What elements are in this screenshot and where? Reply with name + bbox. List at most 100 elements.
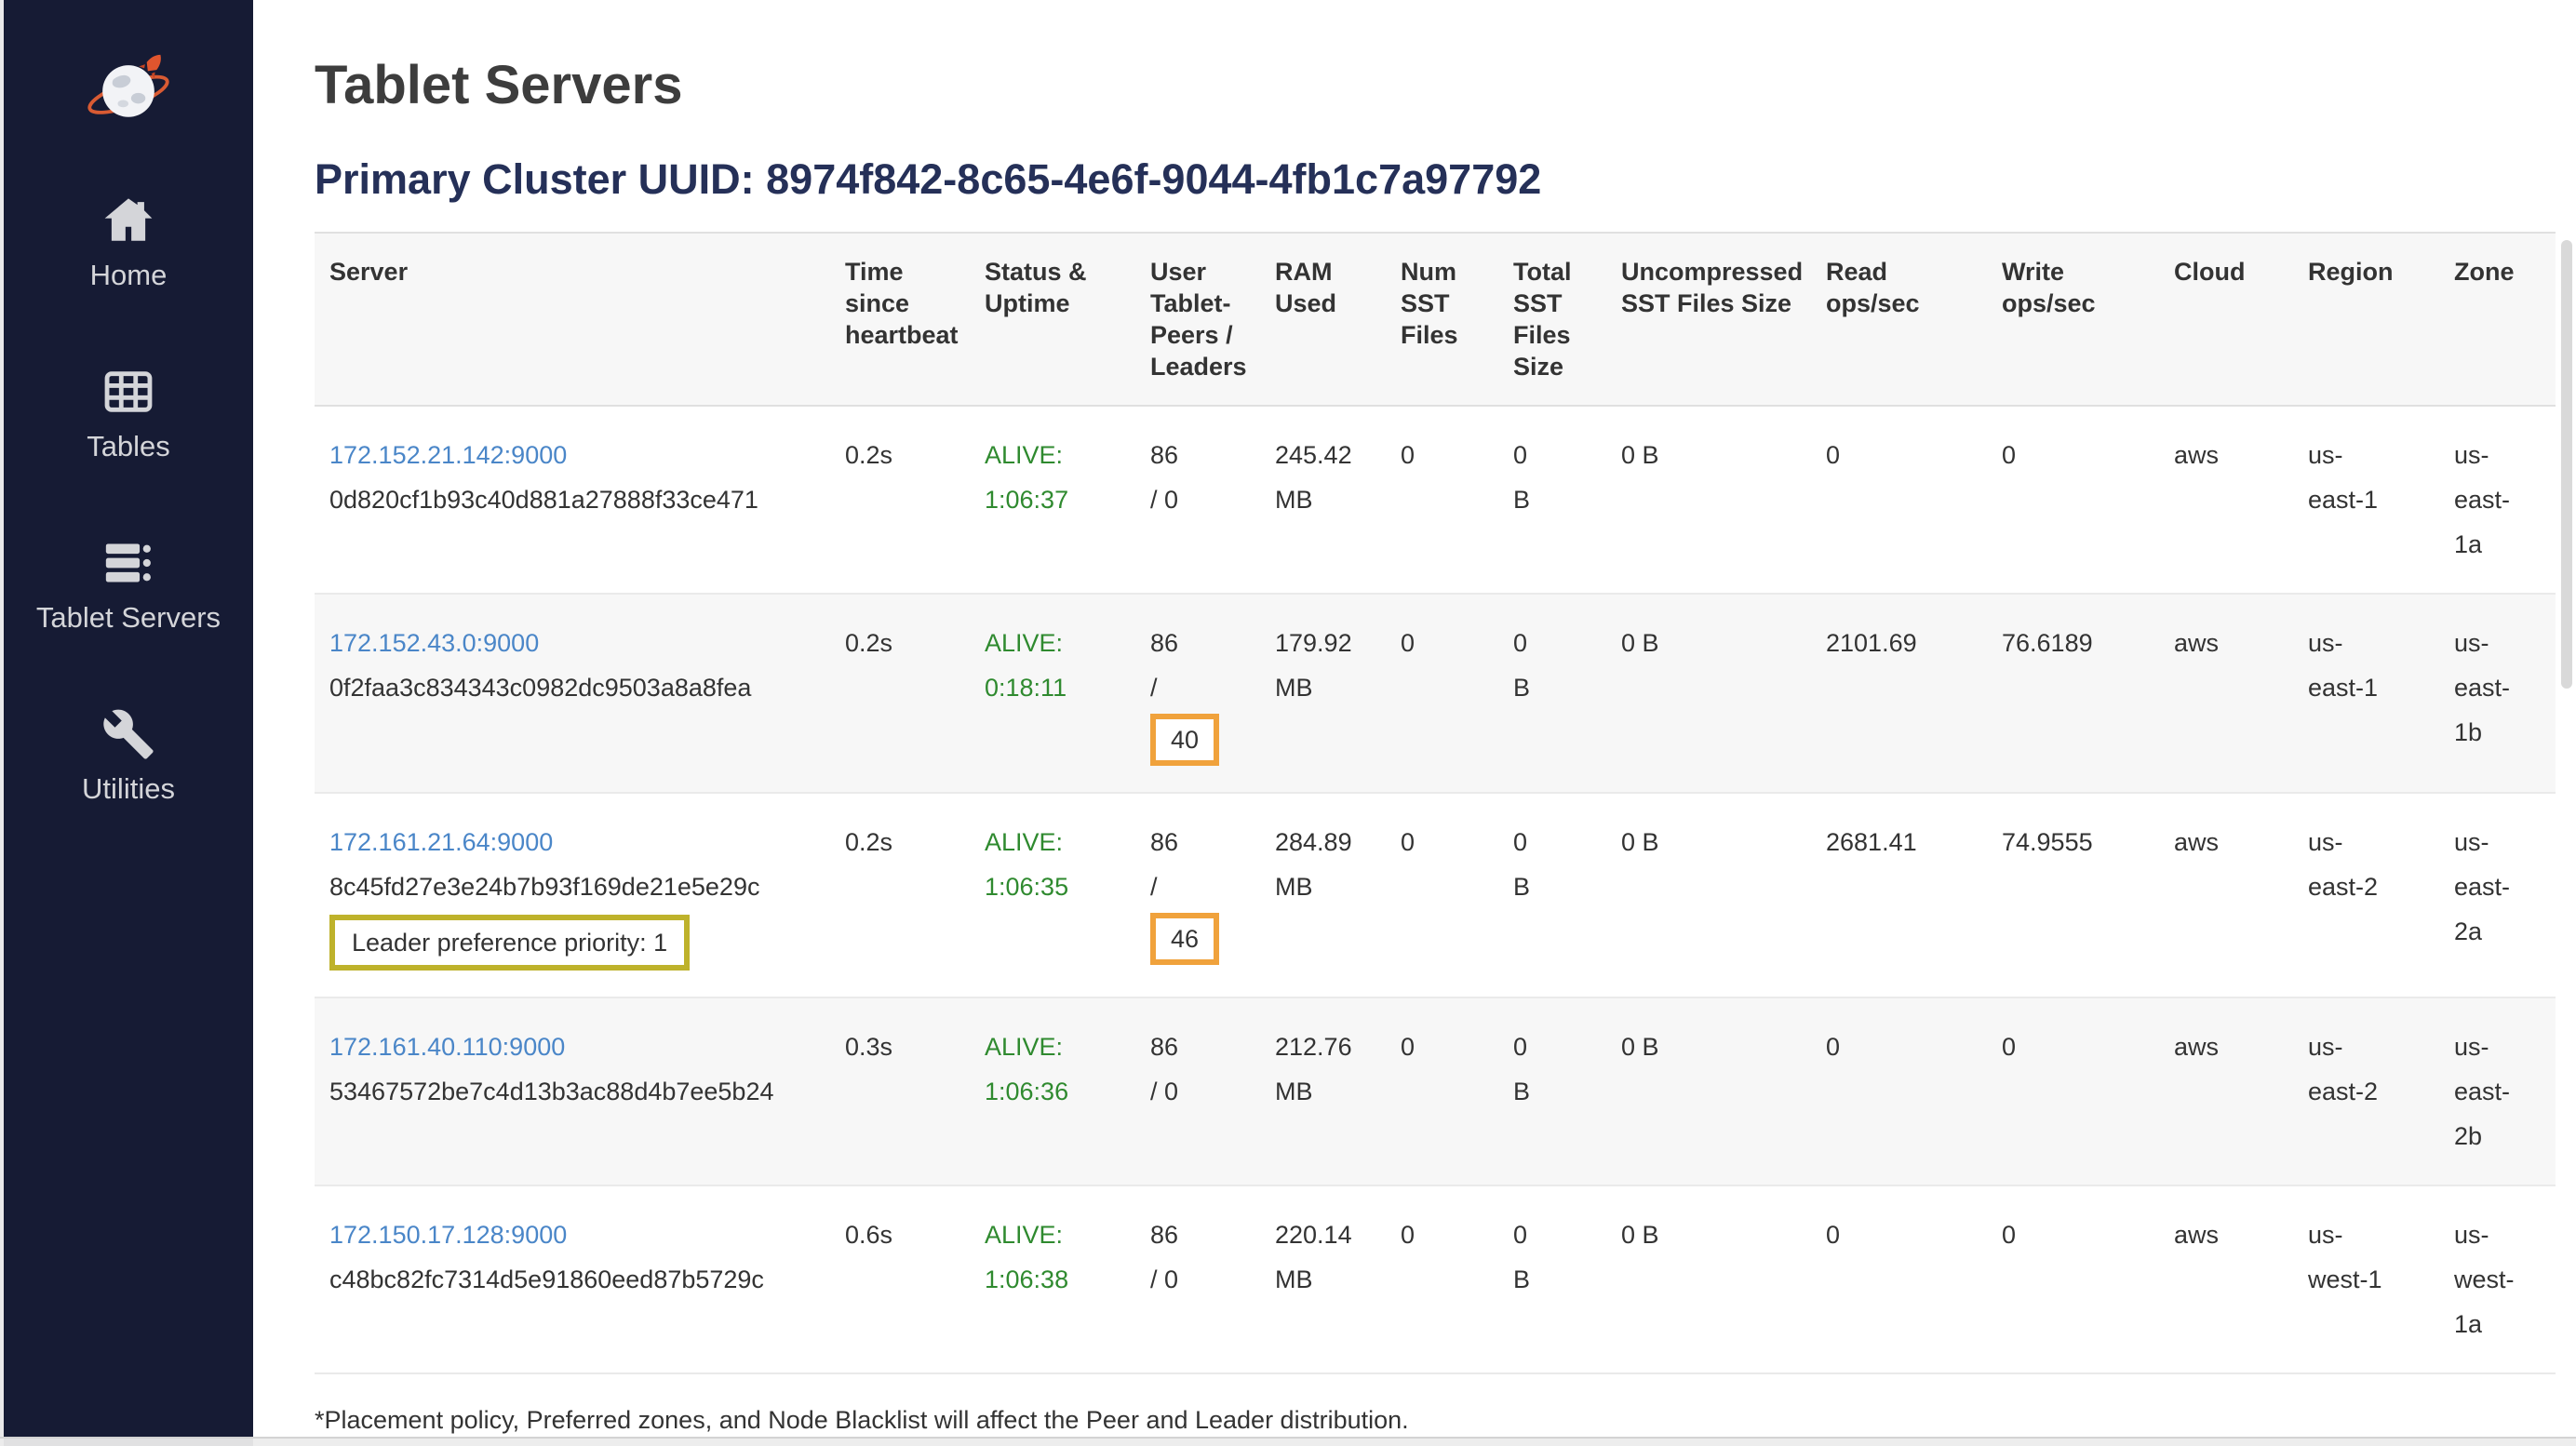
table-header-row: Server Time since heartbeat Status & Upt… bbox=[315, 233, 2556, 406]
write-ops-cell: 74.9555 bbox=[1987, 793, 2159, 997]
home-icon bbox=[101, 194, 155, 248]
zone-cell: us-west-1a bbox=[2439, 1185, 2556, 1373]
region-cell: us-west-1 bbox=[2293, 1185, 2439, 1373]
leader-preference-badge: Leader preference priority: 1 bbox=[329, 915, 690, 971]
read-ops-cell: 0 bbox=[1811, 997, 1987, 1185]
tserver-row: 172.152.43.0:9000 0f2faa3c834343c0982dc95… bbox=[315, 594, 2556, 793]
server-uuid: c48bc82fc7314d5e91860eed87b5729c bbox=[329, 1257, 815, 1302]
yugabyte-logo[interactable] bbox=[84, 45, 173, 121]
zone-value: us-west-1a bbox=[2454, 1212, 2530, 1346]
col-peers-leaders: User Tablet-Peers / Leaders bbox=[1135, 233, 1260, 406]
tserver-table-body: 172.152.21.142:9000 0d820cf1b93c40d881a27… bbox=[315, 406, 2556, 1373]
server-cell: 172.152.21.142:9000 0d820cf1b93c40d881a27… bbox=[315, 406, 830, 594]
server-address-link[interactable]: 172.161.40.110:9000 bbox=[329, 1033, 565, 1061]
heartbeat-cell: 0.6s bbox=[830, 1185, 970, 1373]
server-address-link[interactable]: 172.152.43.0:9000 bbox=[329, 629, 539, 657]
server-uuid: 0f2faa3c834343c0982dc9503a8a8fea bbox=[329, 665, 815, 710]
sidebar-item-label: Tables bbox=[87, 430, 170, 463]
peers-total: 86 bbox=[1150, 1024, 1245, 1069]
server-address-link[interactable]: 172.150.17.128:9000 bbox=[329, 1221, 567, 1249]
status-line: 0:18:11 bbox=[985, 665, 1120, 710]
utilities-icon bbox=[101, 707, 155, 761]
server-address-link[interactable]: 172.161.21.64:9000 bbox=[329, 828, 553, 856]
sidebar: Home Tables Tablet Servers Utilities bbox=[4, 0, 253, 1446]
leaders-count-highlight: 46 bbox=[1150, 913, 1219, 965]
peers-cell: 86/ 0 bbox=[1135, 406, 1260, 594]
heartbeat-cell: 0.2s bbox=[830, 594, 970, 793]
region-value: us-east-1 bbox=[2308, 433, 2384, 522]
total-sst-size-cell: 0B bbox=[1498, 594, 1606, 793]
tserver-row: 172.152.21.142:9000 0d820cf1b93c40d881a27… bbox=[315, 406, 2556, 594]
uncompressed-sst-size-cell: 0 B bbox=[1606, 594, 1811, 793]
zone-value: us-east-1a bbox=[2454, 433, 2530, 567]
zone-cell: us-east-2a bbox=[2439, 793, 2556, 997]
server-uuid: 0d820cf1b93c40d881a27888f33ce471 bbox=[329, 477, 815, 522]
tserver-row: 172.150.17.128:9000 c48bc82fc7314d5e91860… bbox=[315, 1185, 2556, 1373]
num-sst-cell: 0 bbox=[1386, 997, 1498, 1185]
vertical-scrollbar-thumb[interactable] bbox=[2561, 240, 2572, 689]
server-uuid: 53467572be7c4d13b3ac88d4b7ee5b24 bbox=[329, 1069, 815, 1114]
num-sst-cell: 0 bbox=[1386, 406, 1498, 594]
leaders-count-highlight: 40 bbox=[1150, 714, 1219, 766]
peers-total: 86 bbox=[1150, 621, 1245, 665]
server-cell: 172.152.43.0:9000 0f2faa3c834343c0982dc95… bbox=[315, 594, 830, 793]
col-cloud: Cloud bbox=[2159, 233, 2293, 406]
status-cell: ALIVE:1:06:36 bbox=[970, 997, 1135, 1185]
sidebar-item-label: Utilities bbox=[82, 772, 175, 806]
col-total-sst-size: Total SST Files Size bbox=[1498, 233, 1606, 406]
peers-cell: 86/40 bbox=[1135, 594, 1260, 793]
col-status-uptime: Status & Uptime bbox=[970, 233, 1135, 406]
ram-cell: 220.14 MB bbox=[1260, 1185, 1386, 1373]
region-value: us-east-1 bbox=[2308, 621, 2384, 710]
region-value: us-east-2 bbox=[2308, 820, 2384, 909]
region-value: us-east-2 bbox=[2308, 1024, 2384, 1114]
status-cell: ALIVE:1:06:35 bbox=[970, 793, 1135, 997]
col-zone: Zone bbox=[2439, 233, 2556, 406]
region-cell: us-east-2 bbox=[2293, 997, 2439, 1185]
server-address-link[interactable]: 172.152.21.142:9000 bbox=[329, 441, 567, 469]
zone-value: us-east-1b bbox=[2454, 621, 2530, 755]
uncompressed-sst-size-cell: 0 B bbox=[1606, 1185, 1811, 1373]
peers-leaders: / 0 bbox=[1150, 1069, 1245, 1114]
peers-cell: 86/ 0 bbox=[1135, 997, 1260, 1185]
uncompressed-sst-size-cell: 0 B bbox=[1606, 793, 1811, 997]
col-num-sst-files: Num SST Files bbox=[1386, 233, 1498, 406]
status-line: ALIVE: bbox=[985, 1212, 1120, 1257]
sidebar-item-home[interactable]: Home bbox=[90, 194, 168, 292]
cloud-cell: aws bbox=[2159, 793, 2293, 997]
tables-icon bbox=[101, 365, 155, 419]
zone-cell: us-east-2b bbox=[2439, 997, 2556, 1185]
ram-cell: 212.76 MB bbox=[1260, 997, 1386, 1185]
read-ops-cell: 0 bbox=[1811, 1185, 1987, 1373]
cloud-cell: aws bbox=[2159, 594, 2293, 793]
col-write-ops: Write ops/sec bbox=[1987, 233, 2159, 406]
status-line: 1:06:35 bbox=[985, 864, 1120, 909]
zone-cell: us-east-1b bbox=[2439, 594, 2556, 793]
total-sst-size-cell: 0B bbox=[1498, 1185, 1606, 1373]
region-cell: us-east-1 bbox=[2293, 406, 2439, 594]
sidebar-item-tables[interactable]: Tables bbox=[87, 365, 170, 463]
status-line: ALIVE: bbox=[985, 621, 1120, 665]
server-uuid: 8c45fd27e3e24b7b93f169de21e5e29c bbox=[329, 864, 815, 909]
peers-total: 86 bbox=[1150, 820, 1245, 864]
status-line: 1:06:37 bbox=[985, 477, 1120, 522]
server-cell: 172.150.17.128:9000 c48bc82fc7314d5e91860… bbox=[315, 1185, 830, 1373]
zone-cell: us-east-1a bbox=[2439, 406, 2556, 594]
write-ops-cell: 0 bbox=[1987, 997, 2159, 1185]
sidebar-item-utilities[interactable]: Utilities bbox=[82, 707, 175, 806]
heartbeat-cell: 0.3s bbox=[830, 997, 970, 1185]
read-ops-cell: 2681.41 bbox=[1811, 793, 1987, 997]
peers-cell: 86/ 0 bbox=[1135, 1185, 1260, 1373]
col-region: Region bbox=[2293, 233, 2439, 406]
uncompressed-sst-size-cell: 0 B bbox=[1606, 406, 1811, 594]
window-edge bbox=[0, 0, 4, 1446]
horizontal-scrollbar[interactable] bbox=[0, 1437, 2576, 1446]
col-heartbeat: Time since heartbeat bbox=[830, 233, 970, 406]
sidebar-item-tablet-servers[interactable]: Tablet Servers bbox=[36, 536, 221, 635]
peers-total: 86 bbox=[1150, 433, 1245, 477]
primary-cluster-uuid-heading: Primary Cluster UUID: 8974f842-8c65-4e6f… bbox=[315, 155, 2552, 204]
server-cell: 172.161.21.64:9000 8c45fd27e3e24b7b93f169… bbox=[315, 793, 830, 997]
read-ops-cell: 0 bbox=[1811, 406, 1987, 594]
write-ops-cell: 76.6189 bbox=[1987, 594, 2159, 793]
peers-leaders: / 0 bbox=[1150, 1257, 1245, 1302]
